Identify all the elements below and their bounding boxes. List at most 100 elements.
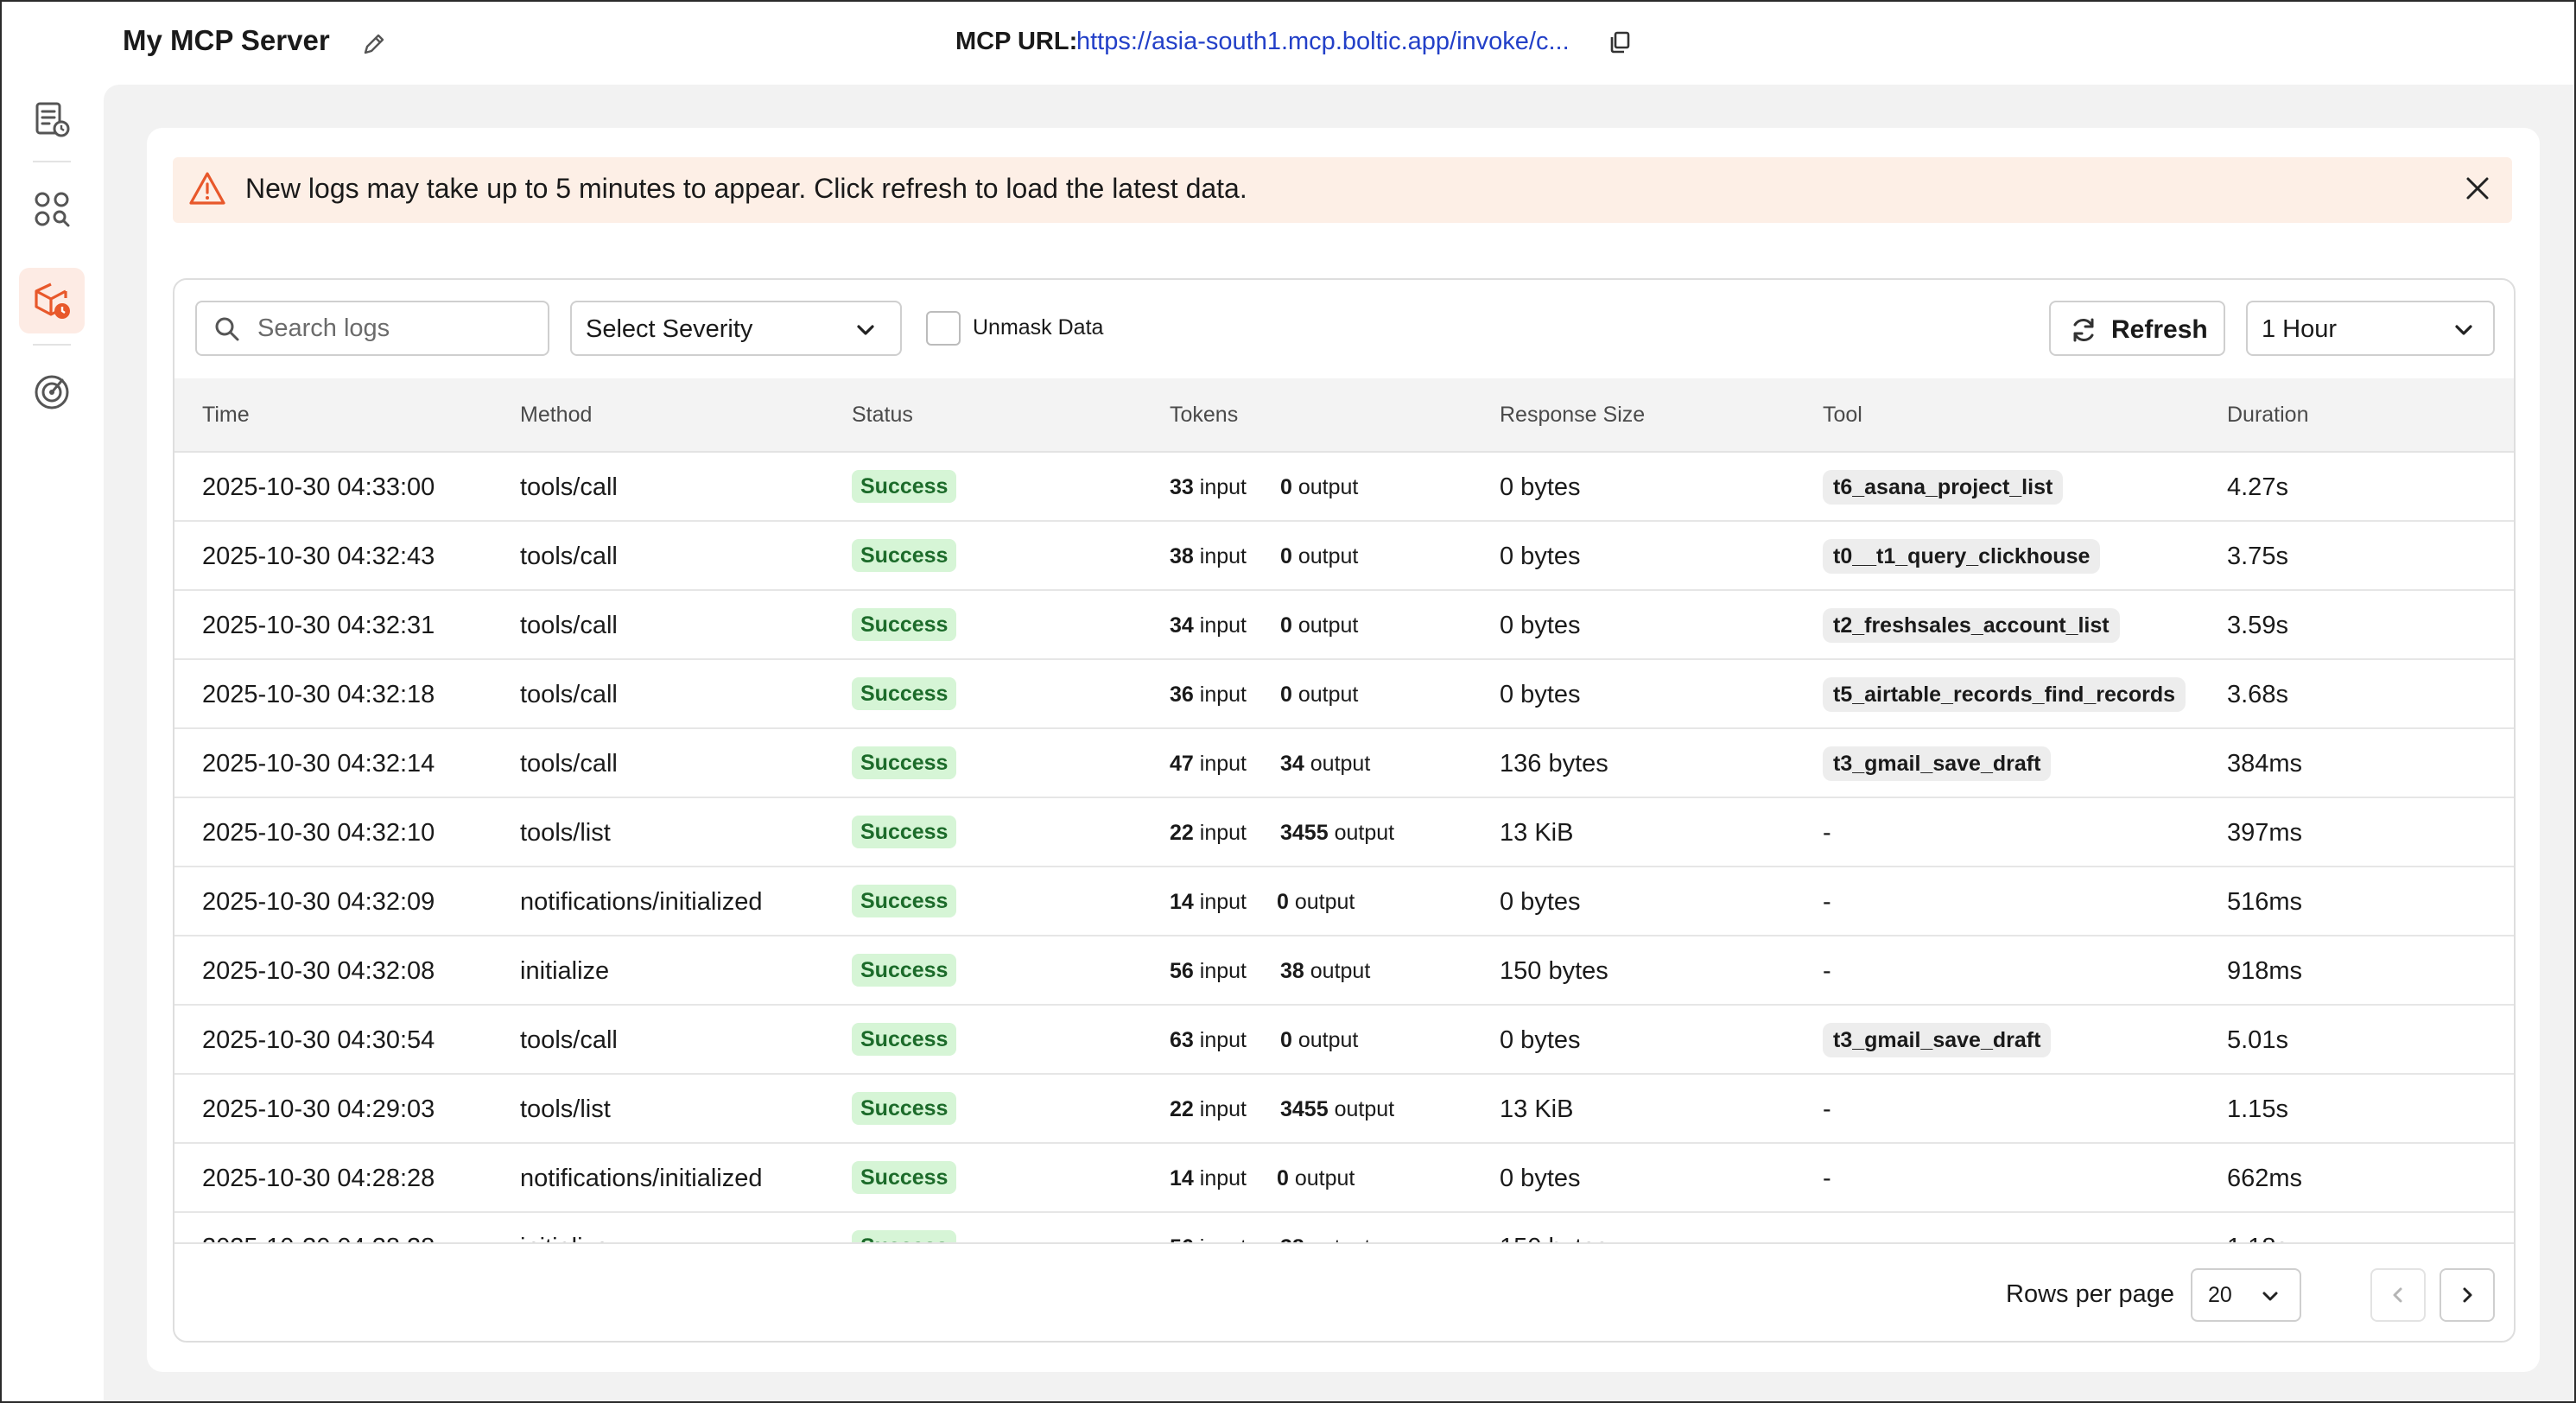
tokens-input-value: 38	[1170, 544, 1194, 568]
table-row[interactable]: 2025-10-30 04:33:00 tools/call Success 33 i…	[174, 453, 2514, 522]
row-tokens-input: 34 input	[1170, 613, 1247, 638]
row-tokens-output: 3455 output	[1280, 1097, 1394, 1122]
table-row[interactable]: 2025-10-30 04:28:28 notifications/initial…	[174, 1144, 2514, 1213]
row-tokens-input: 14 input	[1170, 1166, 1247, 1191]
row-response-size: 0 bytes	[1500, 612, 1581, 639]
refresh-button-label: Refresh	[2111, 315, 2208, 344]
row-response-size: 136 bytes	[1500, 750, 1608, 778]
row-method: tools/call	[520, 1026, 618, 1054]
time-range-select[interactable]: 1 Hour	[2246, 301, 2495, 356]
tokens-input-value: 22	[1170, 1097, 1194, 1121]
row-duration: 3.68s	[2227, 681, 2288, 708]
rows-per-page-select[interactable]: 20	[2191, 1268, 2301, 1322]
row-tool: -	[1823, 1234, 1831, 1242]
tool-chip: t3_gmail_save_draft	[1823, 746, 2052, 781]
row-method: tools/call	[520, 473, 618, 501]
row-time: 2025-10-30 04:29:03	[202, 1095, 435, 1123]
next-page-button[interactable]	[2440, 1268, 2495, 1322]
table-row[interactable]: 2025-10-30 04:32:18 tools/call Success 36 i…	[174, 660, 2514, 729]
row-tokens-output: 38 output	[1280, 959, 1370, 984]
nav-tools[interactable]	[19, 176, 85, 242]
status-badge: Success	[852, 885, 957, 917]
time-range-value: 1 Hour	[2262, 315, 2338, 343]
table-row[interactable]: 2025-10-30 04:29:03 tools/list Success 22 i…	[174, 1075, 2514, 1144]
row-response-size: 0 bytes	[1500, 473, 1581, 501]
table-row[interactable]: 2025-10-30 04:32:14 tools/call Success 47 i…	[174, 729, 2514, 798]
tokens-output-value: 0	[1280, 544, 1292, 568]
column-header-tokens[interactable]: Tokens	[1170, 403, 1238, 428]
table-row[interactable]: 2025-10-30 04:32:10 tools/list Success 22 i…	[174, 798, 2514, 867]
tokens-output-value: 3455	[1280, 1097, 1329, 1121]
row-response-size: 13 KiB	[1500, 1095, 1574, 1123]
table-row[interactable]: 2025-10-30 04:32:09 notifications/initial…	[174, 867, 2514, 936]
table-row[interactable]: 2025-10-30 04:32:43 tools/call Success 38 i…	[174, 522, 2514, 591]
left-nav-rail	[2, 2, 104, 1401]
tokens-output-word: output	[1310, 1235, 1371, 1242]
tokens-output-word: output	[1298, 475, 1359, 499]
status-badge: Success	[852, 746, 957, 779]
tokens-input-word: input	[1199, 544, 1247, 568]
previous-page-button[interactable]	[2370, 1268, 2426, 1322]
tokens-input-value: 63	[1170, 1028, 1194, 1052]
row-tokens-output: 3455 output	[1280, 821, 1394, 846]
unmask-data-label[interactable]: Unmask Data	[973, 315, 1103, 340]
unmask-data-checkbox[interactable]	[926, 311, 961, 346]
nav-overview[interactable]	[19, 86, 85, 152]
table-row[interactable]: 2025-10-30 04:32:08 initialize Success 56 i…	[174, 936, 2514, 1006]
table-row[interactable]: 2025-10-30 04:30:54 tools/call Success 63 i…	[174, 1006, 2514, 1075]
row-duration: 1.15s	[2227, 1095, 2288, 1123]
search-field[interactable]	[195, 301, 549, 356]
column-header-time[interactable]: Time	[202, 403, 250, 428]
tool-chip: t0__t1_query_clickhouse	[1823, 539, 2101, 574]
status-badge: Success	[852, 954, 957, 987]
page-title: My MCP Server	[123, 24, 330, 56]
tokens-output-word: output	[1298, 682, 1359, 707]
table-row[interactable]: 2025-10-30 04:28:28 initialize Success 56 i…	[174, 1213, 2514, 1242]
row-tokens-input: 56 input	[1170, 959, 1247, 984]
column-header-tool[interactable]: Tool	[1823, 403, 1862, 428]
nav-logs[interactable]	[19, 268, 85, 333]
refresh-icon	[2073, 318, 2094, 342]
row-tokens-input: 47 input	[1170, 752, 1247, 777]
row-method: tools/list	[520, 819, 611, 847]
tokens-input-value: 14	[1170, 1166, 1194, 1190]
nav-analytics[interactable]	[19, 359, 85, 425]
table-row[interactable]: 2025-10-30 04:32:31 tools/call Success 34 i…	[174, 591, 2514, 660]
tokens-output-word: output	[1334, 821, 1395, 845]
search-input[interactable]	[257, 311, 534, 346]
row-duration: 5.01s	[2227, 1026, 2288, 1054]
row-tool: -	[1823, 819, 1831, 847]
severity-select[interactable]: Select Severity	[570, 301, 902, 356]
status-badge: Success	[852, 608, 957, 641]
mcp-url-link[interactable]: https://asia-south1.mcp.boltic.app/invok…	[1076, 28, 1570, 56]
row-time: 2025-10-30 04:32:43	[202, 543, 435, 570]
row-duration: 1.18s	[2227, 1234, 2288, 1242]
column-header-method[interactable]: Method	[520, 403, 592, 428]
row-tokens-input: 63 input	[1170, 1028, 1247, 1053]
app-window: My MCP Server MCP URL: https://asia-sout…	[0, 0, 2576, 1403]
status-badge: Success	[852, 1230, 957, 1242]
tokens-input-value: 34	[1170, 613, 1194, 638]
row-tokens-input: 22 input	[1170, 821, 1247, 846]
document-clock-icon	[35, 102, 70, 137]
tokens-input-value: 56	[1170, 1235, 1194, 1242]
refresh-button[interactable]: Refresh	[2049, 301, 2225, 356]
column-header-duration[interactable]: Duration	[2227, 403, 2309, 428]
banner-close-button[interactable]	[2460, 171, 2495, 206]
copy-url-button[interactable]	[1605, 28, 1634, 57]
top-header: My MCP Server MCP URL: https://asia-sout…	[2, 2, 2574, 85]
row-response-size: 0 bytes	[1500, 1026, 1581, 1054]
rows-per-page-value: 20	[2208, 1283, 2232, 1307]
row-response-size: 0 bytes	[1500, 543, 1581, 570]
column-header-response-size[interactable]: Response Size	[1500, 403, 1645, 428]
tokens-output-value: 0	[1280, 1028, 1292, 1052]
tokens-input-value: 47	[1170, 752, 1194, 776]
tokens-output-word: output	[1334, 1097, 1395, 1121]
tool-chip: t6_asana_project_list	[1823, 470, 2064, 505]
tokens-output-word: output	[1294, 890, 1355, 914]
edit-title-button[interactable]	[358, 28, 390, 60]
column-header-status[interactable]: Status	[852, 403, 913, 428]
row-response-size: 150 bytes	[1500, 957, 1608, 985]
tool-chip: t2_freshsales_account_list	[1823, 608, 2120, 643]
row-tokens-output: 0 output	[1280, 613, 1358, 638]
